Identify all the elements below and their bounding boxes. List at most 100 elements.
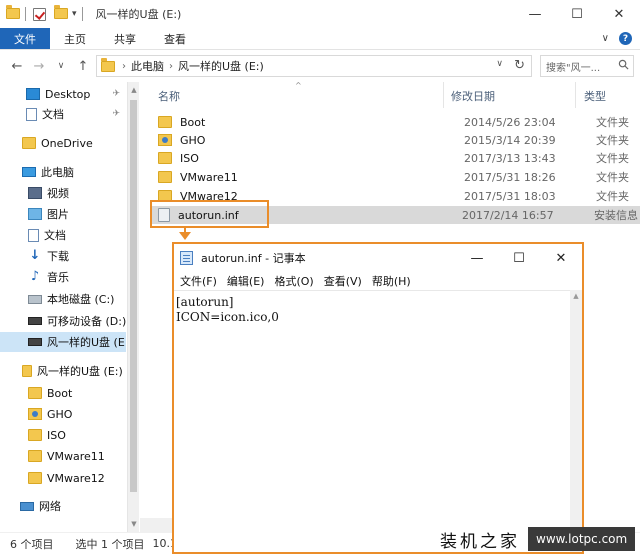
- sidebar-item-removable-d[interactable]: 可移动设备 (D:): [0, 311, 126, 331]
- minimize-button[interactable]: —: [514, 0, 556, 28]
- menu-view[interactable]: 查看(V): [324, 273, 362, 289]
- menu-help[interactable]: 帮助(H): [372, 273, 411, 289]
- column-divider[interactable]: [443, 82, 444, 108]
- scroll-down-icon[interactable]: ▼: [128, 520, 140, 528]
- pin-icon[interactable]: ✈: [112, 89, 120, 99]
- sidebar-item-videos[interactable]: 视频: [0, 183, 126, 203]
- divider: [81, 7, 83, 21]
- sidebar-item-documents[interactable]: 文档: [0, 225, 126, 245]
- sidebar-item-network[interactable]: 网络: [0, 496, 126, 516]
- sidebar-item-label: 此电脑: [41, 166, 74, 179]
- notepad-maximize-button[interactable]: ☐: [498, 244, 540, 272]
- file-name: GHO: [180, 133, 206, 147]
- refresh-icon[interactable]: ↻: [514, 58, 525, 73]
- sidebar-item-usb-e[interactable]: 风一样的U盘 (E:): [0, 361, 126, 381]
- scroll-up-icon[interactable]: ▲: [570, 292, 582, 300]
- music-icon: ♪: [30, 269, 40, 284]
- address-bar[interactable]: › 此电脑 › 风一样的U盘 (E:) ∨ ↻: [96, 55, 532, 77]
- sidebar-scroll-thumb[interactable]: [130, 100, 137, 492]
- sidebar-item-label: 风一样的U盘 (E:: [47, 336, 126, 349]
- menu-file[interactable]: 文件(F): [180, 273, 217, 289]
- folder-icon: [28, 408, 42, 420]
- address-dropdown-icon[interactable]: ∨: [496, 59, 503, 69]
- download-icon: ↓: [29, 248, 41, 263]
- file-type: 文件夹: [596, 116, 629, 129]
- navigation-pane: Desktop ✈ 文档 ✈ OneDrive 此电脑 视频 图片 文档 ↓ 下…: [0, 82, 126, 532]
- folder-icon: [158, 116, 172, 128]
- table-row[interactable]: Boot 2014/5/26 23:04 文件夹: [150, 113, 640, 131]
- picture-icon: [28, 208, 42, 220]
- column-headers: ^ 名称 修改日期 类型: [140, 81, 640, 108]
- document-icon: [28, 228, 39, 242]
- notepad-minimize-button[interactable]: —: [456, 244, 498, 272]
- sidebar-item-vmware12[interactable]: VMware12: [0, 468, 126, 488]
- sidebar-item-label: 本地磁盘 (C:): [47, 293, 115, 306]
- up-arrow-icon[interactable]: ↑: [72, 59, 94, 74]
- column-header-date[interactable]: 修改日期: [451, 88, 495, 104]
- notepad-close-button[interactable]: ✕: [540, 244, 582, 272]
- close-button[interactable]: ✕: [598, 0, 640, 28]
- sidebar-item-this-pc[interactable]: 此电脑: [0, 162, 126, 182]
- forward-arrow-icon[interactable]: →: [28, 59, 50, 74]
- file-name: Boot: [180, 115, 206, 129]
- notepad-menu-bar: 文件(F) 编辑(E) 格式(O) 查看(V) 帮助(H): [174, 272, 582, 290]
- breadcrumb-usb-drive[interactable]: 风一样的U盘 (E:): [178, 58, 264, 74]
- sidebar-item-music[interactable]: ♪ 音乐: [0, 267, 126, 287]
- help-icon[interactable]: ?: [619, 32, 632, 45]
- back-arrow-icon[interactable]: ←: [6, 59, 28, 74]
- tab-share[interactable]: 共享: [100, 28, 150, 49]
- properties-icon[interactable]: [33, 7, 46, 21]
- breadcrumb-this-pc[interactable]: 此电脑: [131, 58, 164, 74]
- search-input[interactable]: 搜索"风一...: [540, 55, 634, 77]
- folder-icon: [28, 387, 42, 399]
- sidebar-item-boot[interactable]: Boot: [0, 383, 126, 403]
- sidebar-item-vmware11[interactable]: VMware11: [0, 446, 126, 466]
- folder-icon: [6, 5, 20, 20]
- column-divider[interactable]: [575, 82, 576, 108]
- column-header-name[interactable]: 名称: [158, 88, 180, 104]
- sidebar-item-label: GHO: [47, 407, 73, 421]
- sidebar-item-onedrive[interactable]: OneDrive: [0, 133, 126, 153]
- sidebar-item-label: Desktop: [45, 87, 91, 101]
- tab-home[interactable]: 主页: [50, 28, 100, 49]
- horizontal-scrollbar[interactable]: [140, 518, 176, 532]
- sidebar-item-documents-pinned[interactable]: 文档 ✈: [0, 104, 126, 124]
- menu-format[interactable]: 格式(O): [274, 273, 313, 289]
- file-name: VMware11: [180, 170, 238, 184]
- table-row[interactable]: VMware11 2017/5/31 18:26 文件夹: [150, 168, 640, 186]
- highlight-box: [150, 200, 269, 228]
- search-icon: [618, 59, 629, 70]
- sidebar-item-label: OneDrive: [41, 136, 93, 150]
- table-row[interactable]: GHO 2015/3/14 20:39 文件夹: [150, 131, 640, 149]
- sidebar-item-local-disk-c[interactable]: 本地磁盘 (C:): [0, 289, 126, 309]
- sidebar-item-downloads[interactable]: ↓ 下载: [0, 246, 126, 266]
- file-date: 2017/3/13 13:43: [464, 151, 556, 165]
- notepad-text-area[interactable]: [autorun] ICON=icon.ico,0: [174, 290, 570, 552]
- breadcrumb-separator-icon[interactable]: ›: [169, 61, 173, 72]
- sidebar-item-label: VMware12: [47, 471, 105, 485]
- column-header-type[interactable]: 类型: [584, 88, 606, 104]
- expand-ribbon-icon[interactable]: ∨: [602, 33, 609, 44]
- sidebar-item-usb-e-selected[interactable]: 风一样的U盘 (E:: [0, 332, 126, 352]
- file-type: 文件夹: [596, 134, 629, 147]
- customize-quick-access-icon[interactable]: ▾: [72, 9, 77, 19]
- notepad-window: autorun.inf - 记事本 — ☐ ✕ 文件(F) 编辑(E) 格式(O…: [172, 242, 584, 554]
- notepad-scrollbar[interactable]: ▲: [570, 290, 582, 552]
- maximize-button[interactable]: ☐: [556, 0, 598, 28]
- new-folder-icon[interactable]: [54, 5, 68, 20]
- table-row[interactable]: ISO 2017/3/13 13:43 文件夹: [150, 149, 640, 167]
- sidebar-item-desktop[interactable]: Desktop ✈: [0, 84, 126, 104]
- pin-icon[interactable]: ✈: [112, 109, 120, 119]
- navigation-bar: ← → ∨ ↑ › 此电脑 › 风一样的U盘 (E:) ∨ ↻ 搜索"风一...: [0, 50, 640, 82]
- menu-edit[interactable]: 编辑(E): [227, 273, 265, 289]
- scroll-up-icon[interactable]: ▲: [128, 86, 140, 94]
- ribbon-tabs: 文件 主页 共享 查看 ∨ ?: [0, 28, 640, 50]
- sidebar-item-pictures[interactable]: 图片: [0, 204, 126, 224]
- breadcrumb-separator-icon[interactable]: ›: [122, 61, 126, 72]
- tab-file[interactable]: 文件: [0, 28, 50, 49]
- sidebar-scrollbar[interactable]: ▲ ▼: [127, 82, 139, 532]
- sidebar-item-iso[interactable]: ISO: [0, 425, 126, 445]
- sidebar-item-gho[interactable]: GHO: [0, 404, 126, 424]
- recent-locations-icon[interactable]: ∨: [50, 61, 72, 71]
- tab-view[interactable]: 查看: [150, 28, 200, 49]
